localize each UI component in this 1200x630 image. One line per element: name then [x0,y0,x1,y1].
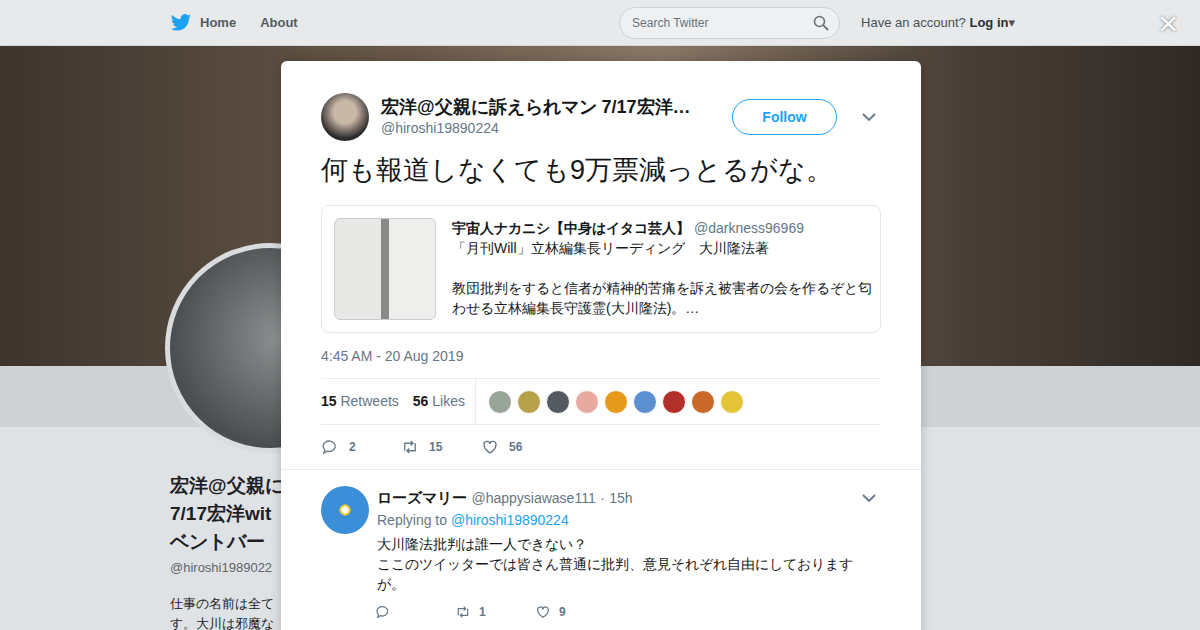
search-icon[interactable] [813,15,829,31]
tweet-header: 宏洋@父親に訴えられマン 7/17宏洋… @hiroshi19890224 Fo… [321,93,881,141]
stat-likes[interactable]: 56 Likes [413,391,465,412]
like-icon[interactable] [481,438,499,456]
like-button[interactable]: 56 [481,438,561,456]
retweet-button[interactable]: 15 [401,438,481,456]
author-avatar[interactable] [321,93,369,141]
stats-divider [475,379,476,424]
reply-tweet[interactable]: ローズマリー @happysiawase111 · 15hReplying to… [321,486,881,630]
liker-avatar-icon[interactable] [662,390,686,414]
retweet-icon[interactable] [401,438,419,456]
reply-time[interactable]: 15h [609,490,632,506]
replying-label: Replying to [377,512,447,528]
twitter-bird-icon[interactable] [170,12,192,34]
like-count: 9 [559,603,566,621]
quote-text-line: 「月刊Will」立林編集長リーディング 大川隆法著 [452,238,872,258]
chevron-down-icon[interactable] [861,109,877,125]
reply-text-line: ここのツイッターでは皆さん普通に批判、意見それぞれ自由にしております [377,554,881,574]
reply-text: 大川隆法批判は誰一人できない？ここのツイッターでは皆さん普通に批判、意見それぞれ… [377,534,881,594]
reply-avatar[interactable] [321,486,369,534]
top-nav: Home About Have an account? Log in▾ [0,0,1200,46]
liker-avatar-icon[interactable] [633,390,657,414]
like-icon[interactable] [535,604,551,620]
reply-body: ローズマリー @happysiawase111 · 15hReplying to… [377,486,881,630]
reply-icon[interactable] [321,438,339,456]
reply-author-handle[interactable]: @happysiawase111 [471,490,595,506]
liker-avatar-icon[interactable] [575,390,599,414]
retweet-icon[interactable] [455,604,471,620]
reply-button[interactable] [375,604,455,620]
reply-author[interactable]: ローズマリー @happysiawase111 · 15h [377,486,861,510]
liker-avatar-icon[interactable] [517,390,541,414]
stat-count: 15 [321,393,337,409]
liker-avatar-icon[interactable] [720,390,744,414]
liker-avatar-icon[interactable] [546,390,570,414]
reply-separator: · [600,490,605,506]
nav-link[interactable]: About [260,13,298,33]
tweet-modal: 宏洋@父親に訴えられマン 7/17宏洋… @hiroshi19890224 Fo… [281,61,921,630]
account-prompt: Have an account? [861,15,966,30]
retweet-count: 15 [429,438,442,456]
tweet-time[interactable]: 4:45 AM - 20 Aug 2019 [321,347,881,365]
replying-handle[interactable]: @hiroshi19890224 [451,512,569,528]
like-button[interactable]: 9 [535,603,615,621]
quote-text-line: わせる立林編集長守護霊(大川隆法)。… [452,298,872,318]
author-handle[interactable]: @hiroshi19890224 [381,118,716,138]
follow-button[interactable]: Follow [732,99,837,135]
tweet-text: 何も報道しなくても9万票減っとるがな。 [321,153,881,187]
retweet-count: 1 [479,603,486,621]
liker-avatar-icon[interactable] [691,390,715,414]
close-button[interactable]: × [1158,6,1178,40]
quote-author-name: 宇宙人ナカニシ【中身はイタコ芸人】 [452,220,690,236]
chevron-down-icon[interactable] [861,490,877,506]
replies-list: ローズマリー @happysiawase111 · 15hReplying to… [281,469,921,630]
quote-text-line: 教団批判をすると信者が精神的苦痛を訴え被害者の会を作るぞと匂 [452,278,872,298]
stat-label: Retweets [340,393,398,409]
reply-count: 2 [349,438,356,456]
login-link[interactable]: Log in [969,15,1008,30]
reply-header: ローズマリー @happysiawase111 · 15h [377,486,881,510]
quote-author-handle: @darkness96969 [694,220,804,236]
tweet-stats: 15 Retweets 56 Likes [321,378,881,425]
reply-button[interactable]: 2 [321,438,401,456]
like-count: 56 [509,438,522,456]
author-name[interactable]: 宏洋@父親に訴えられマン 7/17宏洋… [381,96,716,118]
login-caret[interactable]: ▾ [1008,15,1015,30]
reply-actions: 19 [375,594,881,630]
stat-retweets[interactable]: 15 Retweets [321,391,399,412]
search-input[interactable] [619,7,840,39]
quoted-tweet[interactable]: 宇宙人ナカニシ【中身はイタコ芸人】@darkness96969 「月刊Will」… [321,205,881,333]
quote-image[interactable] [334,218,436,320]
retweet-button[interactable]: 1 [455,603,535,621]
stat-count: 56 [413,393,429,409]
reply-text-line: が。 [377,574,881,594]
reply-author-name[interactable]: ローズマリー [377,489,467,506]
replying-to: Replying to @hiroshi19890224 [377,510,881,530]
nav-link[interactable]: Home [200,13,236,33]
liker-avatar-icon[interactable] [488,390,512,414]
reply-text-line: 大川隆法批判は誰一人できない？ [377,534,881,554]
stat-label: Likes [432,393,465,409]
liker-avatar-icon[interactable] [604,390,628,414]
reply-icon[interactable] [375,604,391,620]
tweet-actions: 2 15 56 [321,425,881,469]
search-field [619,7,840,39]
